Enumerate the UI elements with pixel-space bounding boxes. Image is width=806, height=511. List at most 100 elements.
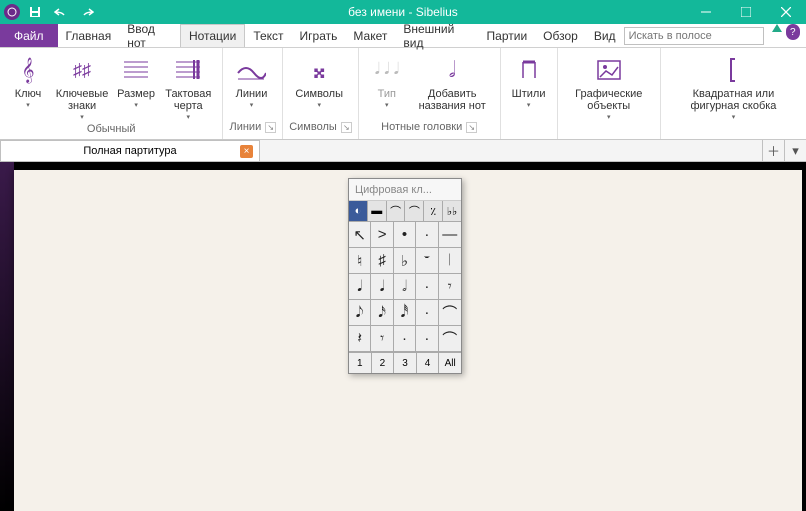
kp-cell[interactable]: 𝄾 [371,326,393,352]
kp-voice-4[interactable]: 4 [417,353,440,373]
redo-button[interactable] [76,2,98,22]
kp-cell[interactable]: — [439,222,461,248]
chevron-down-icon: ▾ [134,101,138,109]
group-common: 𝄞 Ключ ▾ ♯♯ Ключевые знаки ▾ Размер ▾ [0,48,223,139]
symbols-label: Символы [295,88,343,100]
kp-cell[interactable]: 𝅘𝅥𝅰 [394,300,416,326]
undo-button[interactable] [50,2,72,22]
keypad-footer: 1 2 3 4 All [349,352,461,373]
close-button[interactable] [766,0,806,24]
group-graphics: Графические объекты ▾ [558,48,661,139]
window-title: без имени - Sibelius [348,5,458,19]
group-noteheads-label: Нотные головки↘ [365,119,494,135]
kp-cell[interactable]: 𝅘𝅥 [371,274,393,300]
timesig-button[interactable]: Размер ▾ [114,52,158,111]
save-button[interactable] [24,2,46,22]
kp-cell[interactable]: ⌒ [439,326,461,352]
dialog-launcher-icon[interactable]: ↘ [466,122,477,133]
ribbon-search [624,24,764,47]
chevron-down-icon: ▾ [732,113,736,121]
graphics-button[interactable]: Графические объекты ▾ [564,52,654,123]
dialog-launcher-icon[interactable]: ↘ [265,122,276,133]
stems-button[interactable]: Штили ▾ [507,52,551,111]
chevron-down-icon: ▾ [80,113,84,121]
tab-layout[interactable]: Макет [345,24,395,47]
tab-play[interactable]: Играть [292,24,346,47]
kp-cell[interactable]: > [371,222,393,248]
kp-voice-1[interactable]: 1 [349,353,372,373]
kp-cell[interactable]: 𝄽 [349,326,371,352]
kp-voice-all[interactable]: All [439,353,461,373]
tab-file[interactable]: Файл [0,24,58,47]
tab-note-input[interactable]: Ввод нот [119,24,180,47]
maximize-button[interactable] [726,0,766,24]
group-stems-label [507,119,551,135]
keypad-tab-4[interactable]: ⌒ [405,201,424,221]
barline-button[interactable]: Тактовая черта ▾ [160,52,216,123]
kp-cell[interactable]: 𝄾 [439,274,461,300]
group-graphics-label [564,123,654,135]
kp-cell[interactable]: ♯ [371,248,393,274]
tab-appearance[interactable]: Внешний вид [395,24,478,47]
chevron-down-icon: ▾ [317,101,321,109]
lines-button[interactable]: Линии ▾ [229,52,273,111]
kp-cell[interactable]: 𝅘𝅥 [349,274,371,300]
keysig-button[interactable]: ♯♯ Ключевые знаки ▾ [52,52,112,123]
kp-cell[interactable]: ⌒ [439,300,461,326]
kp-cell[interactable]: 𝄻 [416,248,438,274]
keypad-tab-2[interactable]: ▬ [368,201,387,221]
bracket-button[interactable]: Квадратная или фигурная скобка ▾ [667,52,800,123]
minimize-button[interactable] [686,0,726,24]
search-input[interactable] [624,27,764,45]
kp-cell[interactable]: · [416,326,438,352]
add-note-names-button[interactable]: 𝅗𝅥 Добавить названия нот [411,52,494,114]
chevron-down-icon: ▾ [527,101,531,109]
keypad-tab-3[interactable]: ⌒ [387,201,406,221]
kp-cell[interactable]: ♭ [394,248,416,274]
kp-cell[interactable]: · [394,326,416,352]
doc-tab-full-score[interactable]: Полная партитура × [0,140,260,161]
timesig-icon [120,54,152,86]
tab-review[interactable]: Обзор [535,24,586,47]
collapse-ribbon-icon[interactable] [772,24,782,32]
kp-voice-2[interactable]: 2 [372,353,395,373]
close-tab-button[interactable]: × [240,145,253,158]
add-names-icon: 𝅗𝅥 [436,54,468,86]
kp-cell[interactable]: ♮ [349,248,371,274]
notehead-type-button[interactable]: 𝅘𝅥 𝅘𝅥 𝅘𝅥 Тип ▾ [365,52,409,111]
clef-button[interactable]: 𝄞 Ключ ▾ [6,52,50,111]
symbols-button[interactable]: 𝄪 Символы ▾ [289,52,349,111]
dialog-launcher-icon[interactable]: ↘ [341,122,352,133]
tab-view[interactable]: Вид [586,24,624,47]
keypad-tab-6[interactable]: ♭♭ [443,201,461,221]
kp-cell[interactable]: 𝄀 [439,248,461,274]
keypad-grid: ↖ > • · — ♮ ♯ ♭ 𝄻 𝄀 𝅘𝅥 𝅘𝅥 𝅗𝅥 · 𝄾 𝅘𝅥𝅮 𝅘𝅥𝅯… [349,222,461,352]
kp-cell[interactable]: 𝅗𝅥 [394,274,416,300]
chevron-down-icon: ▾ [385,101,389,109]
kp-voice-3[interactable]: 3 [394,353,417,373]
add-tab-button[interactable]: ＋ [762,140,784,161]
help-button[interactable]: ? [786,24,800,40]
tab-home[interactable]: Главная [58,24,120,47]
tab-text[interactable]: Текст [245,24,291,47]
keypad-panel[interactable]: Цифровая кл... ◐ ▬ ⌒ ⌒ ٪ ♭♭ ↖ > • · — ♮ … [348,178,462,374]
kp-cell[interactable]: 𝅘𝅥𝅯 [371,300,393,326]
kp-cell[interactable]: · [416,222,438,248]
lines-label: Линии [236,88,268,100]
keypad-tab-5[interactable]: ٪ [424,201,443,221]
tab-parts[interactable]: Партии [479,24,536,47]
tab-notations[interactable]: Нотации [180,24,245,47]
kp-cell[interactable]: 𝅘𝅥𝅮 [349,300,371,326]
keypad-tab-1[interactable]: ◐ [349,201,368,221]
kp-cell[interactable]: • [394,222,416,248]
bracket-icon [717,54,749,86]
keypad-title[interactable]: Цифровая кл... [349,179,461,201]
kp-cell[interactable]: · [416,300,438,326]
graphics-label: Графические объекты [568,88,650,112]
kp-cell[interactable]: · [416,274,438,300]
chevron-down-icon: ▾ [607,113,611,121]
kp-cell[interactable]: ↖ [349,222,371,248]
keypad-tabs: ◐ ▬ ⌒ ⌒ ٪ ♭♭ [349,201,461,222]
tab-menu-button[interactable]: ▾ [784,140,806,161]
stems-icon [513,54,545,86]
